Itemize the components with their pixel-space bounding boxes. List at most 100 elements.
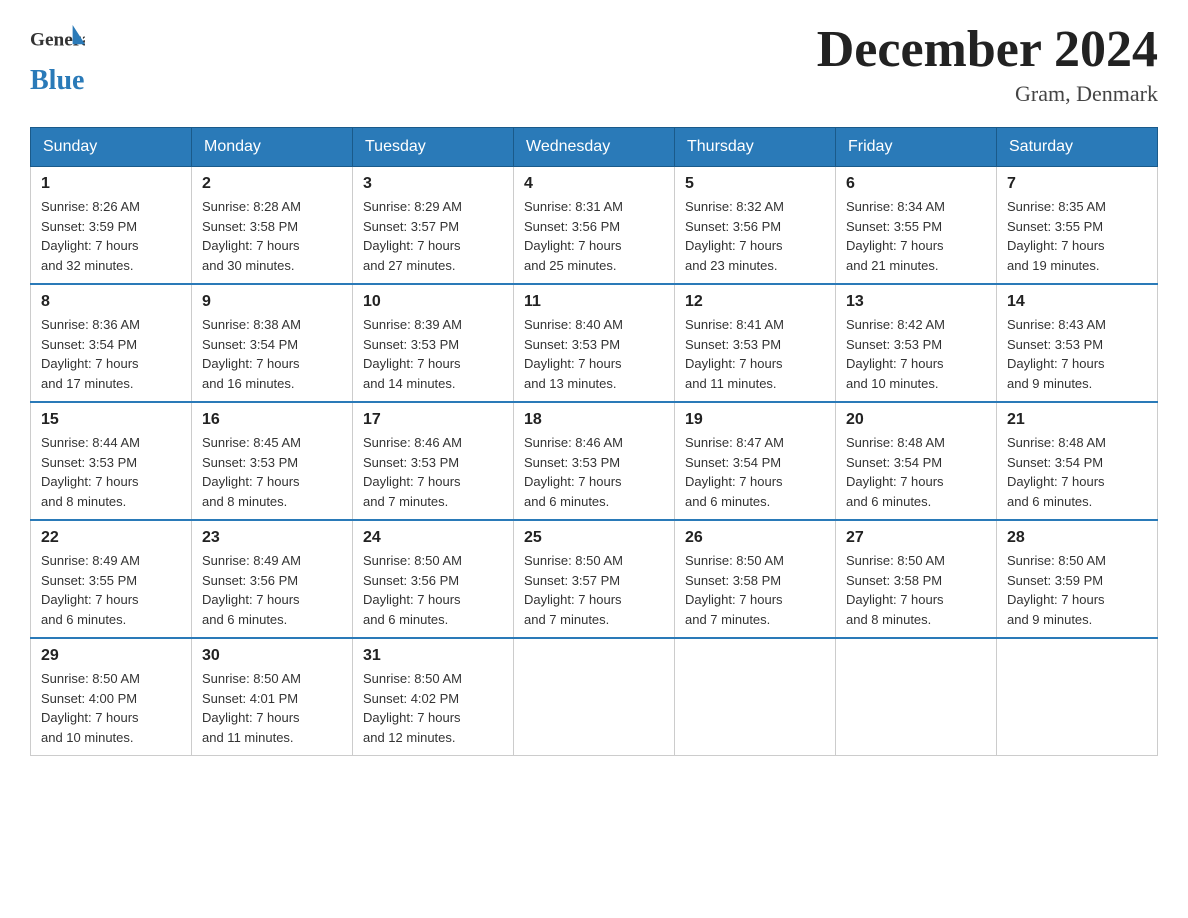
day-info: Sunrise: 8:31 AMSunset: 3:56 PMDaylight:… [524,197,664,275]
calendar-day-cell: 12 Sunrise: 8:41 AMSunset: 3:53 PMDaylig… [675,284,836,402]
day-info: Sunrise: 8:50 AMSunset: 4:02 PMDaylight:… [363,669,503,747]
calendar-day-cell: 30 Sunrise: 8:50 AMSunset: 4:01 PMDaylig… [192,638,353,756]
calendar-day-cell: 3 Sunrise: 8:29 AMSunset: 3:57 PMDayligh… [353,167,514,285]
calendar-day-cell: 2 Sunrise: 8:28 AMSunset: 3:58 PMDayligh… [192,167,353,285]
day-number: 19 [685,411,825,429]
day-info: Sunrise: 8:29 AMSunset: 3:57 PMDaylight:… [363,197,503,275]
day-number: 8 [41,293,181,311]
day-info: Sunrise: 8:50 AMSunset: 3:57 PMDaylight:… [524,551,664,629]
calendar-week-row: 15 Sunrise: 8:44 AMSunset: 3:53 PMDaylig… [31,402,1158,520]
day-info: Sunrise: 8:40 AMSunset: 3:53 PMDaylight:… [524,315,664,393]
day-info: Sunrise: 8:41 AMSunset: 3:53 PMDaylight:… [685,315,825,393]
calendar-day-cell: 27 Sunrise: 8:50 AMSunset: 3:58 PMDaylig… [836,520,997,638]
day-number: 30 [202,647,342,665]
day-number: 23 [202,529,342,547]
day-number: 2 [202,175,342,193]
calendar-day-cell: 26 Sunrise: 8:50 AMSunset: 3:58 PMDaylig… [675,520,836,638]
day-number: 1 [41,175,181,193]
day-info: Sunrise: 8:28 AMSunset: 3:58 PMDaylight:… [202,197,342,275]
day-info: Sunrise: 8:50 AMSunset: 3:59 PMDaylight:… [1007,551,1147,629]
day-info: Sunrise: 8:50 AMSunset: 4:01 PMDaylight:… [202,669,342,747]
calendar-day-cell: 17 Sunrise: 8:46 AMSunset: 3:53 PMDaylig… [353,402,514,520]
day-number: 9 [202,293,342,311]
day-number: 16 [202,411,342,429]
day-info: Sunrise: 8:50 AMSunset: 3:58 PMDaylight:… [846,551,986,629]
day-info: Sunrise: 8:48 AMSunset: 3:54 PMDaylight:… [846,433,986,511]
calendar-day-cell [514,638,675,756]
calendar-header-row: SundayMondayTuesdayWednesdayThursdayFrid… [31,128,1158,167]
calendar-day-cell: 1 Sunrise: 8:26 AMSunset: 3:59 PMDayligh… [31,167,192,285]
calendar-day-cell: 4 Sunrise: 8:31 AMSunset: 3:56 PMDayligh… [514,167,675,285]
day-info: Sunrise: 8:36 AMSunset: 3:54 PMDaylight:… [41,315,181,393]
day-number: 4 [524,175,664,193]
day-number: 10 [363,293,503,311]
day-number: 6 [846,175,986,193]
day-number: 17 [363,411,503,429]
day-number: 11 [524,293,664,311]
day-number: 26 [685,529,825,547]
day-number: 12 [685,293,825,311]
calendar-week-row: 29 Sunrise: 8:50 AMSunset: 4:00 PMDaylig… [31,638,1158,756]
logo-icon: General [30,20,85,65]
calendar-day-cell: 29 Sunrise: 8:50 AMSunset: 4:00 PMDaylig… [31,638,192,756]
day-number: 3 [363,175,503,193]
calendar-day-cell: 28 Sunrise: 8:50 AMSunset: 3:59 PMDaylig… [997,520,1158,638]
calendar-day-cell: 6 Sunrise: 8:34 AMSunset: 3:55 PMDayligh… [836,167,997,285]
day-info: Sunrise: 8:49 AMSunset: 3:55 PMDaylight:… [41,551,181,629]
day-of-week-header: Saturday [997,128,1158,167]
day-info: Sunrise: 8:38 AMSunset: 3:54 PMDaylight:… [202,315,342,393]
logo-blue-text: Blue [30,65,84,96]
day-number: 27 [846,529,986,547]
day-number: 31 [363,647,503,665]
calendar-subtitle: Gram, Denmark [817,81,1158,107]
calendar-title: December 2024 [817,20,1158,79]
day-number: 5 [685,175,825,193]
day-info: Sunrise: 8:46 AMSunset: 3:53 PMDaylight:… [524,433,664,511]
calendar-day-cell: 5 Sunrise: 8:32 AMSunset: 3:56 PMDayligh… [675,167,836,285]
day-info: Sunrise: 8:48 AMSunset: 3:54 PMDaylight:… [1007,433,1147,511]
day-info: Sunrise: 8:50 AMSunset: 3:58 PMDaylight:… [685,551,825,629]
page-header: General Blue December 2024 Gram, Denmark [30,20,1158,107]
calendar-day-cell: 11 Sunrise: 8:40 AMSunset: 3:53 PMDaylig… [514,284,675,402]
day-number: 22 [41,529,181,547]
calendar-day-cell: 31 Sunrise: 8:50 AMSunset: 4:02 PMDaylig… [353,638,514,756]
calendar-day-cell: 21 Sunrise: 8:48 AMSunset: 3:54 PMDaylig… [997,402,1158,520]
calendar-day-cell: 8 Sunrise: 8:36 AMSunset: 3:54 PMDayligh… [31,284,192,402]
calendar-day-cell: 23 Sunrise: 8:49 AMSunset: 3:56 PMDaylig… [192,520,353,638]
day-of-week-header: Tuesday [353,128,514,167]
day-info: Sunrise: 8:42 AMSunset: 3:53 PMDaylight:… [846,315,986,393]
title-block: December 2024 Gram, Denmark [817,20,1158,107]
calendar-day-cell: 22 Sunrise: 8:49 AMSunset: 3:55 PMDaylig… [31,520,192,638]
day-info: Sunrise: 8:50 AMSunset: 3:56 PMDaylight:… [363,551,503,629]
day-info: Sunrise: 8:50 AMSunset: 4:00 PMDaylight:… [41,669,181,747]
calendar-day-cell: 9 Sunrise: 8:38 AMSunset: 3:54 PMDayligh… [192,284,353,402]
day-number: 24 [363,529,503,547]
day-info: Sunrise: 8:47 AMSunset: 3:54 PMDaylight:… [685,433,825,511]
day-info: Sunrise: 8:32 AMSunset: 3:56 PMDaylight:… [685,197,825,275]
day-number: 7 [1007,175,1147,193]
calendar-day-cell: 7 Sunrise: 8:35 AMSunset: 3:55 PMDayligh… [997,167,1158,285]
calendar-day-cell: 24 Sunrise: 8:50 AMSunset: 3:56 PMDaylig… [353,520,514,638]
day-info: Sunrise: 8:44 AMSunset: 3:53 PMDaylight:… [41,433,181,511]
calendar-day-cell: 15 Sunrise: 8:44 AMSunset: 3:53 PMDaylig… [31,402,192,520]
day-info: Sunrise: 8:45 AMSunset: 3:53 PMDaylight:… [202,433,342,511]
calendar-day-cell [675,638,836,756]
day-info: Sunrise: 8:46 AMSunset: 3:53 PMDaylight:… [363,433,503,511]
day-info: Sunrise: 8:39 AMSunset: 3:53 PMDaylight:… [363,315,503,393]
calendar-week-row: 22 Sunrise: 8:49 AMSunset: 3:55 PMDaylig… [31,520,1158,638]
day-of-week-header: Friday [836,128,997,167]
day-number: 14 [1007,293,1147,311]
calendar-day-cell [836,638,997,756]
day-number: 15 [41,411,181,429]
day-number: 21 [1007,411,1147,429]
day-number: 18 [524,411,664,429]
calendar-day-cell: 13 Sunrise: 8:42 AMSunset: 3:53 PMDaylig… [836,284,997,402]
calendar-day-cell: 19 Sunrise: 8:47 AMSunset: 3:54 PMDaylig… [675,402,836,520]
day-number: 28 [1007,529,1147,547]
day-of-week-header: Monday [192,128,353,167]
day-of-week-header: Wednesday [514,128,675,167]
day-of-week-header: Thursday [675,128,836,167]
day-number: 29 [41,647,181,665]
calendar-table: SundayMondayTuesdayWednesdayThursdayFrid… [30,127,1158,756]
logo: General Blue [30,20,85,97]
